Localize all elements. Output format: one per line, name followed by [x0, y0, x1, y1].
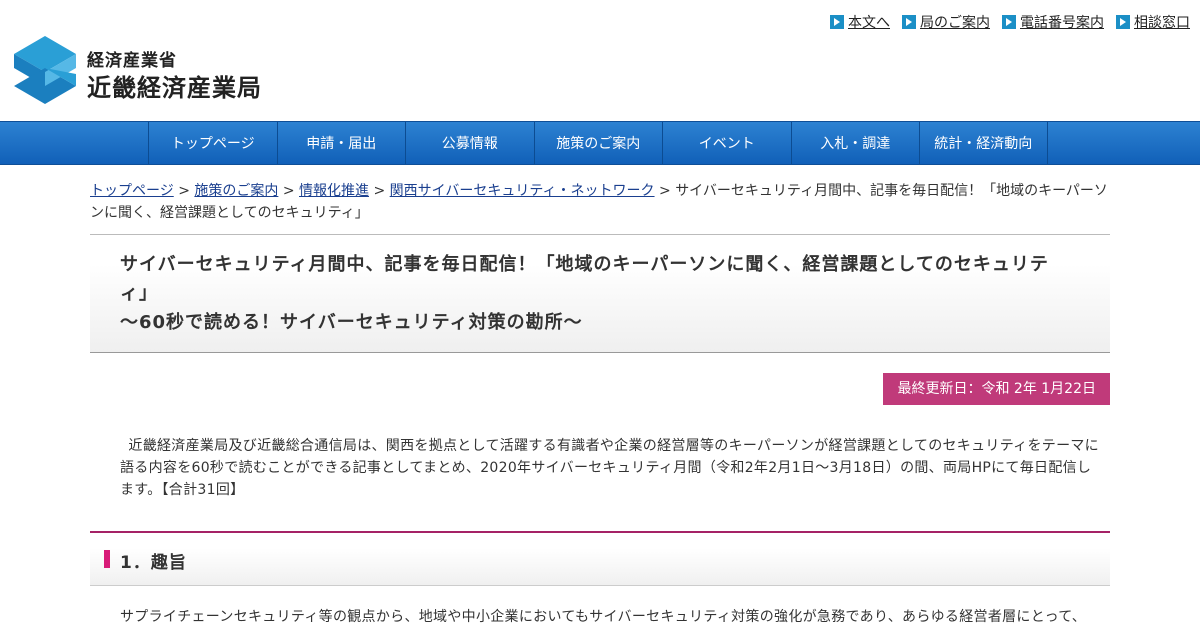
breadcrumb-separator: > [373, 183, 386, 199]
page-title-sub: ～60秒で読める！サイバーセキュリティ対策の勘所～ [120, 312, 583, 333]
page-title-box: サイバーセキュリティ月間中、記事を毎日配信！「地域のキーパーソンに聞く、経営課題… [90, 234, 1110, 353]
breadcrumb: トップページ > 施策のご案内 > 情報化推進 > 関西サイバーセキュリティ・ネ… [90, 180, 1112, 224]
util-link-main-content[interactable]: 本文へ [830, 12, 890, 32]
section-heading: 1．趣旨 [90, 531, 1110, 586]
breadcrumb-link[interactable]: 関西サイバーセキュリティ・ネットワーク [390, 183, 655, 199]
nav-item-top[interactable]: トップページ [148, 122, 277, 164]
util-link-phone-directory[interactable]: 電話番号案内 [1002, 12, 1104, 32]
nav-item-procurement[interactable]: 入札・調達 [790, 122, 920, 164]
utility-links: 本文へ 局のご案内 電話番号案内 相談窓口 [830, 12, 1190, 32]
nav-item-applications[interactable]: 申請・届出 [276, 122, 406, 164]
breadcrumb-separator: > [178, 183, 190, 199]
global-nav: トップページ 申請・届出 公募情報 施策のご案内 イベント 入札・調達 統計・経… [0, 121, 1200, 165]
page-title-main: サイバーセキュリティ月間中、記事を毎日配信！「地域のキーパーソンに聞く、経営課題… [120, 254, 1049, 304]
util-link-label: 相談窓口 [1134, 15, 1190, 31]
util-link-label: 電話番号案内 [1020, 15, 1104, 31]
bureau-logo-icon [14, 36, 76, 104]
util-link-label: 局のご案内 [920, 15, 990, 31]
site-logo[interactable]: 経済産業省 近畿経済産業局 [14, 34, 264, 106]
section-marker-icon [104, 550, 110, 568]
breadcrumb-link[interactable]: トップページ [90, 183, 174, 199]
nav-item-policies[interactable]: 施策のご案内 [533, 122, 663, 164]
breadcrumb-link[interactable]: 施策のご案内 [194, 183, 278, 199]
breadcrumb-separator: > [282, 183, 295, 199]
arrow-right-icon [830, 15, 844, 29]
arrow-right-icon [1002, 15, 1016, 29]
nav-item-events[interactable]: イベント [662, 122, 791, 164]
nav-item-public-offering[interactable]: 公募情報 [405, 122, 534, 164]
util-link-label: 本文へ [848, 15, 890, 31]
arrow-right-icon [1116, 15, 1130, 29]
breadcrumb-separator: > [659, 183, 671, 199]
breadcrumb-link[interactable]: 情報化推進 [299, 183, 369, 199]
section-body: サプライチェーンセキュリティ等の観点から、地域や中小企業においてもサイバーセキュ… [120, 609, 1087, 625]
arrow-right-icon [902, 15, 916, 29]
section-title: 1．趣旨 [120, 553, 187, 573]
nav-item-statistics[interactable]: 統計・経済動向 [919, 122, 1048, 164]
util-link-bureau-guide[interactable]: 局のご案内 [902, 12, 990, 32]
intro-paragraph: 近畿経済産業局及び近畿総合通信局は、関西を拠点として活躍する有識者や企業の経営層… [120, 438, 1099, 498]
page-title: サイバーセキュリティ月間中、記事を毎日配信！「地域のキーパーソンに聞く、経営課題… [120, 250, 1080, 337]
bureau-name: 近畿経済産業局 [87, 74, 262, 102]
util-link-consultation[interactable]: 相談窓口 [1116, 12, 1190, 32]
last-updated-badge: 最終更新日：令和 2年 1月22日 [883, 373, 1110, 405]
